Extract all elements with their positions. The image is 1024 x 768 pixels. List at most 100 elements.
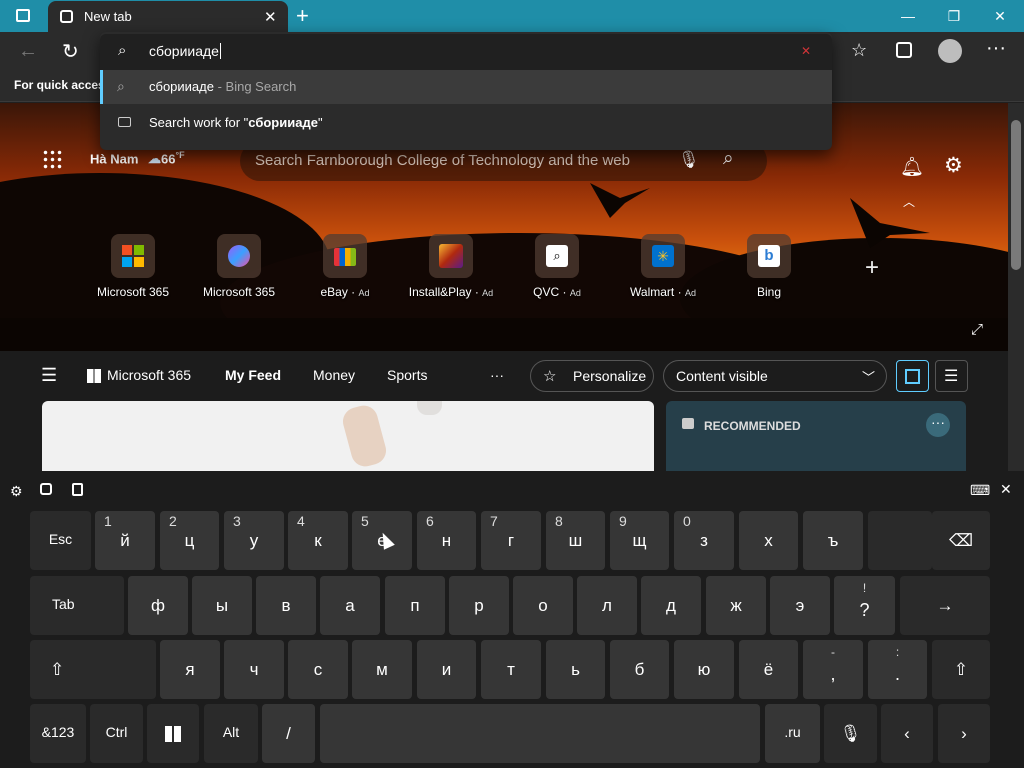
key-alt[interactable]: Alt [204,704,258,763]
microphone-icon[interactable]: 🎙︎ [678,150,700,170]
add-site-icon[interactable]: + [865,254,879,282]
key-backspace[interactable]: ⌫ [932,511,990,570]
more-menu-icon[interactable]: ··· [986,37,1006,60]
nav-microsoft-365[interactable]: Microsoft 365 [107,367,191,383]
key-и[interactable]: и [417,640,476,699]
key-ж[interactable]: ж [706,576,766,635]
hamburger-menu-icon[interactable]: ☰ [41,365,57,386]
key-symbols[interactable]: &123 [30,704,86,763]
key-г[interactable]: 7г [481,511,541,570]
key-э[interactable]: э [770,576,830,635]
tile-ebay[interactable]: eBay · Ad [300,234,390,304]
search-icon[interactable]: ⌕ [723,148,734,170]
refresh-icon[interactable]: ↻ [62,39,79,64]
clipboard-icon[interactable] [72,483,83,496]
tile-walmart[interactable]: ✳ Walmart · Ad [618,234,708,304]
clear-icon[interactable]: ✕ [801,44,811,58]
key-б[interactable]: б [610,640,669,699]
key-right[interactable]: › [938,704,990,763]
tile-microsoft-365-b[interactable]: Microsoft 365 [194,234,284,304]
keyboard-layout-icon[interactable]: ⌨ [970,482,990,499]
nav-money[interactable]: Money [313,367,355,383]
key-т[interactable]: т [481,640,541,699]
key-windows[interactable] [147,704,199,763]
key-щ[interactable]: 9щ [610,511,669,570]
key-ы[interactable]: ы [192,576,252,635]
key-shift-left[interactable]: ⇧ [30,640,156,699]
key-п[interactable]: п [385,576,445,635]
tab-new-tab[interactable]: New tab ✕ [48,1,288,32]
key-я[interactable]: я [160,640,220,699]
apps-grid-icon[interactable] [42,149,62,169]
notifications-icon[interactable]: 🔔︎ [900,155,924,179]
nav-my-feed[interactable]: My Feed [225,367,281,383]
key-slash[interactable]: / [262,704,315,763]
back-icon[interactable]: ← [18,40,38,63]
profile-avatar[interactable] [938,39,962,63]
key-space[interactable] [320,704,760,763]
key-period[interactable]: :. [868,640,927,699]
key-о[interactable]: о [513,576,573,635]
key-р[interactable]: р [449,576,509,635]
key-н[interactable]: 6н [417,511,476,570]
key-left[interactable]: ‹ [881,704,933,763]
key-ё[interactable]: ё [739,640,798,699]
nav-sports[interactable]: Sports [387,367,427,383]
restore-icon[interactable]: ❐ [944,6,964,26]
key-а[interactable]: а [320,576,380,635]
grid-view-button[interactable] [896,360,929,392]
key-й[interactable]: 1й [95,511,155,570]
tile-qvc[interactable]: ⌕ QVC · Ad [512,234,602,304]
key-tab[interactable]: Tab [30,576,124,635]
suggestion-bing-search[interactable]: ⌕ сборииаде - Bing Search [100,70,832,104]
key-д[interactable]: д [641,576,701,635]
address-input[interactable]: ⌕ сборииаде ✕ [100,34,832,70]
key-ч[interactable]: ч [224,640,284,699]
personalize-button[interactable]: ☆ Personalize [530,360,654,392]
card-options-button[interactable]: ··· [926,413,950,437]
favorites-icon[interactable]: ☆ [851,40,867,61]
keyboard-close-icon[interactable]: ✕ [1000,481,1012,498]
key-в[interactable]: в [256,576,316,635]
key-blank[interactable] [868,511,932,570]
content-visibility-select[interactable]: Content visible ﹀ [663,360,887,392]
tab-actions-icon[interactable] [16,9,30,22]
news-card[interactable] [42,401,654,471]
expand-icon[interactable]: ⤢ [971,321,983,338]
key-ш[interactable]: 8ш [546,511,605,570]
key-х[interactable]: х [739,511,798,570]
key-с[interactable]: с [288,640,348,699]
key-dot-ru[interactable]: .ru [765,704,820,763]
scrollbar-thumb[interactable] [1011,120,1021,270]
keyboard-settings-icon[interactable]: ⚙ [10,483,23,500]
key-dictation[interactable]: 🎙︎ [824,704,877,763]
tile-microsoft-365-a[interactable]: Microsoft 365 [88,234,178,304]
settings-icon[interactable]: ⚙ [944,153,963,178]
key-м[interactable]: м [352,640,412,699]
key-shift-right[interactable]: ⇧ [932,640,990,699]
key-ь[interactable]: ь [546,640,605,699]
key-ц[interactable]: 2ц [160,511,219,570]
key-question[interactable]: !? [834,576,895,635]
emoji-icon[interactable] [40,483,52,495]
suggestion-search-work[interactable]: Search work for "сборииаде" [100,106,832,140]
recommended-card[interactable]: RECOMMENDED ··· [666,401,966,471]
key-ф[interactable]: ф [128,576,188,635]
key-enter[interactable]: → [900,576,990,635]
key-ъ[interactable]: ъ [803,511,863,570]
key-л[interactable]: л [577,576,637,635]
key-ctrl[interactable]: Ctrl [90,704,143,763]
collapse-chevron-icon[interactable]: ︿ [903,193,915,210]
collections-icon[interactable] [896,42,912,58]
key-к[interactable]: 4к [288,511,348,570]
list-view-button[interactable]: ☰ [935,360,968,392]
tile-install-play[interactable]: Install&Play · Ad [406,234,496,304]
minimize-icon[interactable]: — [898,6,918,26]
key-у[interactable]: 3у [224,511,284,570]
close-tab-icon[interactable]: ✕ [264,8,277,26]
tile-bing[interactable]: b Bing [724,234,814,304]
window-close-icon[interactable]: ✕ [990,6,1010,26]
new-tab-icon[interactable]: + [296,3,309,29]
key-esc[interactable]: Esc [30,511,91,570]
key-ю[interactable]: ю [674,640,734,699]
